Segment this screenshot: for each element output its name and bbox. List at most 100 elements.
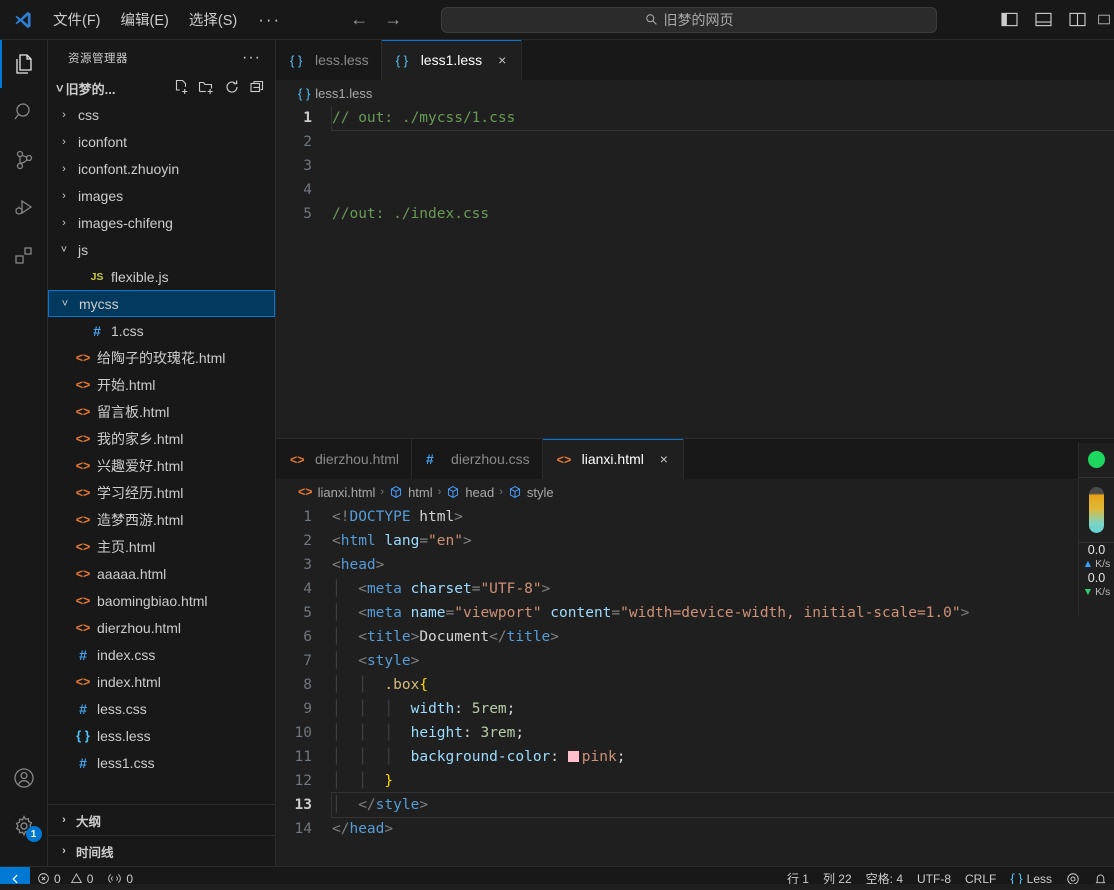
- breadcrumb-bottom[interactable]: <> lianxi.html › html › head › style: [276, 479, 1114, 505]
- code-line[interactable]: <head>: [332, 553, 1114, 577]
- code-line[interactable]: <html lang="en">: [332, 529, 1114, 553]
- breadcrumb-item[interactable]: { } less1.less: [298, 86, 372, 101]
- code-line[interactable]: │ <title>Document</title>: [332, 625, 1114, 649]
- explorer-more-actions-button[interactable]: ···: [242, 49, 267, 67]
- code-line[interactable]: │ │ │ height: 3rem;: [332, 721, 1114, 745]
- breadcrumb-item[interactable]: style: [508, 485, 554, 500]
- tree-item-file[interactable]: <> dierzhou.html: [48, 614, 275, 641]
- editor-tab[interactable]: # dierzhou.css: [412, 439, 543, 479]
- chevron-right-icon[interactable]: ›: [56, 136, 72, 148]
- code-line[interactable]: │ │ }: [332, 769, 1114, 793]
- refresh-icon[interactable]: [224, 79, 240, 98]
- tree-item-folder[interactable]: ˅ js: [48, 236, 275, 263]
- code-line[interactable]: │ <meta name="viewport" content="width=d…: [332, 601, 1114, 625]
- chevron-right-icon[interactable]: ›: [56, 845, 72, 857]
- tree-item-file[interactable]: <> baomingbiao.html: [48, 587, 275, 614]
- code-line[interactable]: │ │ .box{: [332, 673, 1114, 697]
- tree-item-file[interactable]: <> 学习经历.html: [48, 479, 275, 506]
- tree-item-file[interactable]: <> 给陶子的玫瑰花.html: [48, 344, 275, 371]
- editor-tab[interactable]: { } less1.less ×: [381, 40, 523, 80]
- code-lines-top[interactable]: // out: ./mycss/1.css //out: ./index.css: [324, 106, 1114, 438]
- code-line[interactable]: </head>: [332, 817, 1114, 841]
- tree-item-folder[interactable]: › images: [48, 182, 275, 209]
- tree-item-folder[interactable]: ˅ mycss: [48, 290, 275, 317]
- customize-layout-icon[interactable]: [1098, 7, 1110, 33]
- tree-item-file[interactable]: { } less.less: [48, 722, 275, 749]
- toggle-secondary-sidebar-icon[interactable]: [1064, 7, 1090, 33]
- chevron-right-icon[interactable]: ›: [56, 109, 72, 121]
- activity-search[interactable]: [0, 88, 48, 136]
- tree-item-file[interactable]: <> 造梦西游.html: [48, 506, 275, 533]
- editor-tab[interactable]: <> lianxi.html ×: [542, 439, 684, 479]
- new-folder-icon[interactable]: [198, 79, 215, 98]
- code-line[interactable]: │ <style>: [332, 649, 1114, 673]
- workspace-folder-row[interactable]: ˅ 旧梦的...: [48, 75, 275, 101]
- code-line[interactable]: │ </style>: [331, 792, 1114, 818]
- code-line[interactable]: <!DOCTYPE html>: [332, 505, 1114, 529]
- menu-edit[interactable]: 编辑(E): [112, 5, 178, 34]
- code-line[interactable]: │ │ │ width: 5rem;: [332, 697, 1114, 721]
- tree-item-folder[interactable]: › iconfont.zhuoyin: [48, 155, 275, 182]
- tree-item-file[interactable]: # index.css: [48, 641, 275, 668]
- code-line[interactable]: │ │ │ background-color: pink;: [332, 745, 1114, 769]
- close-tab-icon[interactable]: ×: [495, 52, 509, 68]
- tree-item-file[interactable]: JS flexible.js: [48, 263, 275, 290]
- tab-bar-top[interactable]: { } less.less { } less1.less ×: [276, 40, 1114, 80]
- tree-item-file[interactable]: <> 留言板.html: [48, 398, 275, 425]
- toggle-primary-sidebar-icon[interactable]: [996, 7, 1022, 33]
- code-line[interactable]: // out: ./mycss/1.css: [331, 106, 1114, 131]
- tree-item-file[interactable]: #1.css: [48, 317, 275, 344]
- breadcrumb-item[interactable]: <> lianxi.html: [298, 485, 375, 500]
- tree-item-file[interactable]: <> index.html: [48, 668, 275, 695]
- code-line[interactable]: [332, 154, 1114, 178]
- tree-item-folder[interactable]: › images-chifeng: [48, 209, 275, 236]
- code-editor-top[interactable]: 1 2 3 4 5 // out: ./mycss/1.css //out: ./ind…: [276, 106, 1114, 438]
- sidebar-section-outline[interactable]: › 大纲: [48, 804, 275, 835]
- file-tree[interactable]: › css › iconfont › iconfont.zhuoyin › images › im…: [48, 101, 275, 804]
- activity-explorer[interactable]: [0, 40, 48, 88]
- editor-tab[interactable]: <> dierzhou.html: [276, 439, 413, 479]
- activity-settings[interactable]: 1: [0, 802, 48, 850]
- chevron-down-icon[interactable]: ˅: [56, 244, 72, 256]
- tree-item-file[interactable]: # less.css: [48, 695, 275, 722]
- chevron-right-icon[interactable]: ›: [56, 217, 72, 229]
- tree-item-file[interactable]: # less1.css: [48, 749, 275, 776]
- editor-tab[interactable]: { } less.less: [276, 40, 382, 80]
- menu-file[interactable]: 文件(F): [44, 5, 110, 34]
- code-line[interactable]: [332, 178, 1114, 202]
- breadcrumb-item[interactable]: head: [446, 485, 494, 500]
- chevron-down-icon[interactable]: ˅: [56, 81, 64, 96]
- tree-item-file[interactable]: <> 主页.html: [48, 533, 275, 560]
- activity-extensions[interactable]: [0, 232, 48, 280]
- activity-accounts[interactable]: [0, 754, 48, 802]
- toggle-panel-icon[interactable]: [1030, 7, 1056, 33]
- chevron-right-icon[interactable]: ›: [56, 814, 72, 826]
- menu-more-button[interactable]: ···: [248, 10, 291, 30]
- code-editor-bottom[interactable]: 1 2 3 4 5 6 7 8 9 10 11 12 13 14 <!DOCTYPE html> <html…: [276, 505, 1114, 866]
- close-tab-icon[interactable]: ×: [657, 451, 671, 467]
- new-file-icon[interactable]: [173, 79, 189, 98]
- code-line[interactable]: [332, 130, 1114, 154]
- tab-bar-bottom[interactable]: <> dierzhou.html # dierzhou.css <> lianxi.htm…: [276, 439, 1114, 479]
- chevron-right-icon[interactable]: ›: [56, 163, 72, 175]
- activity-source-control[interactable]: [0, 136, 48, 184]
- collapse-all-icon[interactable]: [249, 79, 265, 98]
- tree-item-file[interactable]: <> aaaaa.html: [48, 560, 275, 587]
- chevron-right-icon[interactable]: ›: [56, 190, 72, 202]
- search-input-value[interactable]: 旧梦的网页: [664, 10, 734, 30]
- sidebar-section-timeline[interactable]: › 时间线: [48, 835, 275, 866]
- menu-selection[interactable]: 选择(S): [180, 5, 246, 34]
- code-lines-bottom[interactable]: <!DOCTYPE html> <html lang="en"> <head> │ <…: [324, 505, 1114, 866]
- tree-item-file[interactable]: <> 我的家乡.html: [48, 425, 275, 452]
- code-line[interactable]: //out: ./index.css: [332, 202, 1114, 226]
- chevron-down-icon[interactable]: ˅: [57, 298, 73, 310]
- go-forward-icon[interactable]: →: [383, 9, 403, 30]
- tree-item-file[interactable]: <> 兴趣爱好.html: [48, 452, 275, 479]
- activity-run-debug[interactable]: [0, 184, 48, 232]
- tree-item-folder[interactable]: › css: [48, 101, 275, 128]
- go-back-icon[interactable]: ←: [349, 9, 369, 30]
- breadcrumb-item[interactable]: html: [389, 485, 433, 500]
- breadcrumb-top[interactable]: { } less1.less: [276, 80, 1114, 106]
- menu-bar[interactable]: 文件(F) 编辑(E) 选择(S) ···: [44, 5, 291, 34]
- command-center-search[interactable]: 旧梦的网页: [441, 6, 937, 33]
